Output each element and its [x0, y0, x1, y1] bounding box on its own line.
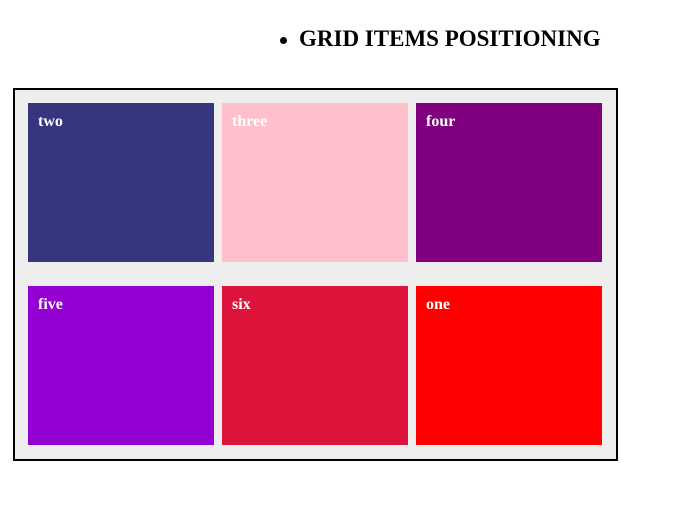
- grid-item-four: four: [416, 103, 602, 262]
- grid-item-label: five: [38, 296, 63, 313]
- grid-item-label: three: [232, 113, 268, 130]
- grid-item-one: one: [416, 286, 602, 445]
- heading-list: GRID ITEMS POSITIONING: [280, 26, 601, 52]
- grid-item-label: six: [232, 296, 251, 313]
- grid-container: two three four five six one: [13, 88, 618, 461]
- page-title: GRID ITEMS POSITIONING: [299, 26, 601, 51]
- heading-list-item: GRID ITEMS POSITIONING: [280, 26, 601, 52]
- grid-item-two: two: [28, 103, 214, 262]
- grid-item-label: one: [426, 296, 450, 313]
- grid-item-six: six: [222, 286, 408, 445]
- grid-item-label: two: [38, 113, 63, 130]
- bullet-icon: [280, 36, 287, 44]
- grid: two three four five six one: [28, 103, 602, 445]
- grid-item-label: four: [426, 113, 456, 130]
- grid-item-five: five: [28, 286, 214, 445]
- grid-item-three: three: [222, 103, 408, 262]
